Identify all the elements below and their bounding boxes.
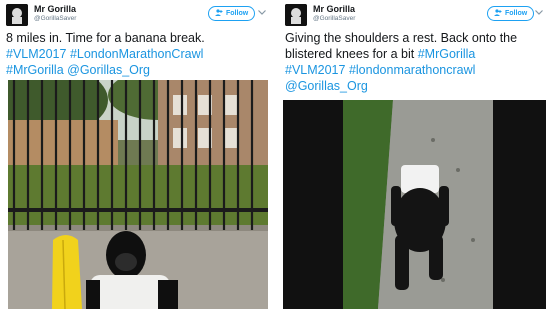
display-name[interactable]: Mr Gorilla	[34, 4, 76, 14]
add-user-icon	[215, 9, 223, 18]
tweet-text: Giving the shoulders a rest. Back onto t…	[285, 30, 547, 94]
user-handle[interactable]: @GorillaSaver	[313, 15, 355, 22]
hashtag-link[interactable]: #MrGorilla	[6, 63, 64, 77]
hashtag-link[interactable]: #LondonMarathonCrawl	[70, 47, 203, 61]
tweet-card: Mr Gorilla @GorillaSaver Follow Giving t…	[279, 0, 550, 309]
tweet-text: 8 miles in. Time for a banana break. #VL…	[6, 30, 268, 78]
mention-link[interactable]: @Gorillas_Org	[67, 63, 150, 77]
hashtag-link[interactable]: #VLM2017	[285, 63, 345, 77]
tweet-text-line: 8 miles in. Time for a banana break.	[6, 31, 205, 45]
follow-label: Follow	[226, 10, 249, 17]
avatar[interactable]	[6, 4, 28, 26]
hashtag-link[interactable]: #VLM2017	[6, 47, 66, 61]
chevron-down-icon[interactable]	[258, 8, 266, 17]
avatar[interactable]	[285, 4, 307, 26]
hashtag-link[interactable]: #MrGorilla	[418, 47, 476, 61]
tweet-photo[interactable]	[8, 80, 268, 309]
tweet-text-line: Giving the shoulders a rest. Back onto t…	[285, 31, 518, 45]
follow-button[interactable]: Follow	[487, 6, 535, 21]
add-user-icon	[494, 9, 502, 18]
display-name[interactable]: Mr Gorilla	[313, 4, 355, 14]
tweet-video[interactable]	[283, 100, 546, 309]
user-handle[interactable]: @GorillaSaver	[34, 15, 76, 22]
chevron-down-icon[interactable]	[535, 8, 543, 17]
tweet-text-line: blistered knees for a bit	[285, 47, 415, 61]
tweet-card: Mr Gorilla @GorillaSaver Follow 8 miles …	[0, 0, 271, 309]
follow-button[interactable]: Follow	[208, 6, 256, 21]
mention-link[interactable]: @Gorillas_Org	[285, 79, 368, 93]
follow-label: Follow	[505, 10, 528, 17]
hashtag-link[interactable]: #londonmarathoncrawl	[349, 63, 475, 77]
